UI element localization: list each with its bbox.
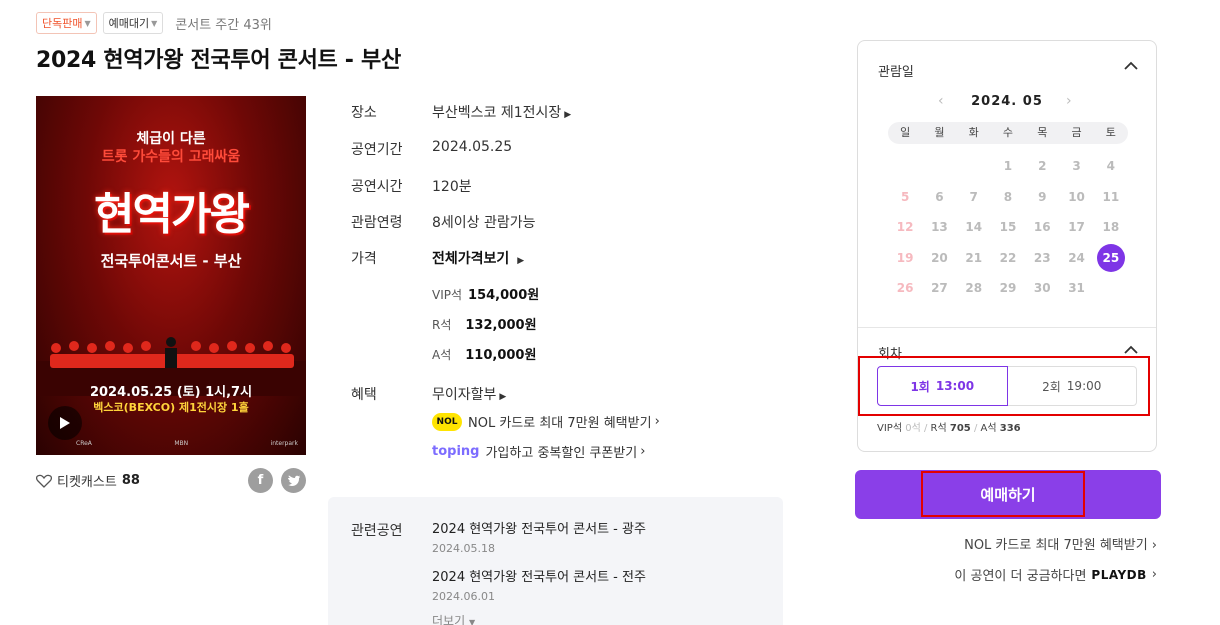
calendar-grid: 1 2 3 4 5 6 7 8 9 10 11 12 13 14 15 16 17 18 19 20 21 22 23 24 2… bbox=[888, 151, 1128, 304]
calendar-week: 1 2 3 4 bbox=[888, 151, 1128, 182]
arrow-right-icon: ▶ bbox=[499, 392, 507, 402]
info-price: 가격 전체가격보기 ▶ bbox=[351, 248, 524, 268]
related-item[interactable]: 2024 현역가왕 전국투어 콘서트 - 광주 2024.05.18 bbox=[432, 518, 646, 555]
calendar-day: 1 bbox=[1003, 159, 1013, 174]
price-vip: VIP석 154,000원 bbox=[432, 288, 540, 303]
highlight-box bbox=[858, 356, 1150, 416]
calendar-day: 3 bbox=[1072, 159, 1081, 174]
info-period: 공연기간 2024.05.25 bbox=[351, 139, 513, 158]
calendar-day: 9 bbox=[1038, 189, 1047, 204]
calendar-day: 11 bbox=[1102, 189, 1120, 204]
ticketcast-count: 88 bbox=[121, 473, 140, 488]
ticketcast-label: 티켓캐스트 bbox=[57, 475, 117, 490]
calendar-day: 8 bbox=[1003, 189, 1013, 204]
calendar-day: 17 bbox=[1068, 220, 1085, 235]
nol-card-link[interactable]: NOL NOL 카드로 최대 7만원 혜택받기 › bbox=[432, 412, 660, 431]
poster-image[interactable]: 체급이 다른 트롯 가수들의 고래싸움 현역가왕 전국투어콘서트 - 부산 20… bbox=[36, 96, 306, 455]
calendar-day: 26 bbox=[896, 281, 914, 296]
calendar-day: 27 bbox=[931, 281, 948, 296]
calendar-empty bbox=[1094, 273, 1128, 304]
weekly-rank[interactable]: 콘서트 주간 43위 bbox=[175, 14, 272, 33]
chevron-up-icon[interactable] bbox=[1124, 343, 1138, 357]
price-a: A석 110,000원 bbox=[432, 348, 537, 363]
highlight-box bbox=[921, 471, 1085, 517]
calendar-week: 19 20 21 22 23 24 25 bbox=[888, 243, 1128, 274]
next-month-icon[interactable]: › bbox=[1066, 93, 1072, 109]
calendar-day: 5 bbox=[900, 189, 910, 204]
calendar-day: 28 bbox=[965, 281, 983, 296]
related-item[interactable]: 2024 현역가왕 전국투어 콘서트 - 전주 2024.06.01 bbox=[432, 566, 646, 603]
all-prices-link[interactable]: 전체가격보기 ▶ bbox=[432, 248, 524, 268]
poster-main-title: 현역가왕 bbox=[94, 189, 250, 240]
info-time: 공연시간 120분 bbox=[351, 179, 472, 195]
poster-date: 2024.05.25 (토) 1시,7시 bbox=[89, 385, 253, 400]
calendar-empty bbox=[888, 151, 922, 182]
calendar-empty bbox=[957, 151, 991, 182]
ticketcast-row: 티켓캐스트 88 f bbox=[36, 468, 306, 493]
arrow-right-icon: ▶ bbox=[564, 110, 572, 120]
calendar-day: 12 bbox=[896, 220, 914, 235]
installment-link[interactable]: 무이자할부 ▶ bbox=[432, 384, 506, 404]
nol-logo-icon: NOL bbox=[432, 412, 462, 431]
info-age: 관람연령 8세이상 관람가능 bbox=[351, 215, 536, 231]
poster-subtitle: 전국투어콘서트 - 부산 bbox=[100, 252, 242, 270]
calendar-day: 30 bbox=[1033, 281, 1051, 296]
chevron-down-icon: ▼ bbox=[84, 18, 91, 28]
calendar-day: 21 bbox=[965, 250, 983, 265]
calendar-day: 20 bbox=[931, 250, 948, 265]
divider bbox=[858, 327, 1156, 328]
calendar-day: 29 bbox=[999, 281, 1017, 296]
more-button[interactable]: 더보기 ▼ bbox=[432, 612, 475, 625]
calendar-day: 19 bbox=[896, 250, 914, 265]
weekday-header: 일월화수목금토 bbox=[888, 122, 1128, 144]
calendar-day: 31 bbox=[1068, 281, 1085, 296]
seat-availability: VIP석 0석 / R석 705 / A석 336 bbox=[877, 423, 1021, 434]
playdb-logo: PLAYDB bbox=[1091, 567, 1147, 582]
twitter-icon[interactable] bbox=[281, 468, 306, 493]
viewing-date-heading: 관람일 bbox=[878, 65, 914, 80]
calendar-day: 23 bbox=[1033, 250, 1051, 265]
playdb-link[interactable]: 이 공연이 더 궁금하다면 PLAYDB › bbox=[954, 565, 1157, 584]
presale-tag[interactable]: 예매대기 ▼ bbox=[102, 12, 164, 34]
calendar-day: 22 bbox=[999, 250, 1017, 265]
calendar-day: 16 bbox=[1033, 220, 1051, 235]
calendar-empty bbox=[922, 151, 956, 182]
calendar-day: 4 bbox=[1106, 159, 1115, 174]
related-label: 관련공연 bbox=[351, 523, 403, 539]
calendar-day: 24 bbox=[1068, 250, 1085, 265]
related-performances: 관련공연 2024 현역가왕 전국투어 콘서트 - 광주 2024.05.18 … bbox=[328, 497, 783, 625]
calendar-day: 7 bbox=[969, 189, 978, 204]
play-video-button[interactable] bbox=[48, 406, 82, 440]
calendar-day: 10 bbox=[1068, 189, 1085, 204]
calendar-day: 13 bbox=[931, 220, 948, 235]
chevron-down-icon: ▼ bbox=[151, 18, 158, 28]
calendar-day: 6 bbox=[935, 189, 944, 204]
toping-link[interactable]: toping 가입하고 중복할인 쿠폰받기 › bbox=[432, 442, 645, 461]
calendar-month: 2024. 05 bbox=[971, 94, 1043, 109]
info-benefit: 혜택 무이자할부 ▶ bbox=[351, 384, 506, 404]
chevron-up-icon[interactable] bbox=[1124, 59, 1138, 73]
facebook-icon[interactable]: f bbox=[248, 468, 273, 493]
heart-icon[interactable] bbox=[36, 474, 52, 488]
calendar-day: 14 bbox=[965, 220, 983, 235]
poster-tagline: 체급이 다른 트롯 가수들의 고래싸움 bbox=[101, 131, 241, 165]
page-title: 2024 현역가왕 전국투어 콘서트 - 부산 bbox=[36, 48, 401, 73]
calendar-day: 18 bbox=[1102, 220, 1120, 235]
poster-sponsors: CReA MBN interpark bbox=[76, 440, 298, 447]
price-r: R석 132,000원 bbox=[432, 318, 537, 333]
calendar-week: 12 13 14 15 16 17 18 bbox=[888, 212, 1128, 243]
calendar-day[interactable]: 25 bbox=[1094, 243, 1128, 274]
tag-row: 단독판매 ▼ 예매대기 ▼ 콘서트 주간 43위 bbox=[36, 12, 272, 34]
venue-link[interactable]: 부산벡스코 제1전시장 ▶ bbox=[432, 102, 571, 122]
calendar-day: 15 bbox=[999, 220, 1017, 235]
play-icon bbox=[60, 417, 70, 429]
toping-logo-icon: toping bbox=[432, 444, 480, 459]
calendar-week: 5 6 7 8 9 10 11 bbox=[888, 182, 1128, 213]
calendar-week: 26 27 28 29 30 31 bbox=[888, 273, 1128, 304]
info-venue: 장소 부산벡스코 제1전시장 ▶ bbox=[351, 102, 571, 122]
arrow-right-icon: ▶ bbox=[517, 256, 525, 266]
exclusive-tag[interactable]: 단독판매 ▼ bbox=[36, 12, 97, 34]
calendar-day: 2 bbox=[1038, 159, 1047, 174]
nol-card-side-link[interactable]: NOL 카드로 최대 7만원 혜택받기 › bbox=[964, 534, 1157, 553]
